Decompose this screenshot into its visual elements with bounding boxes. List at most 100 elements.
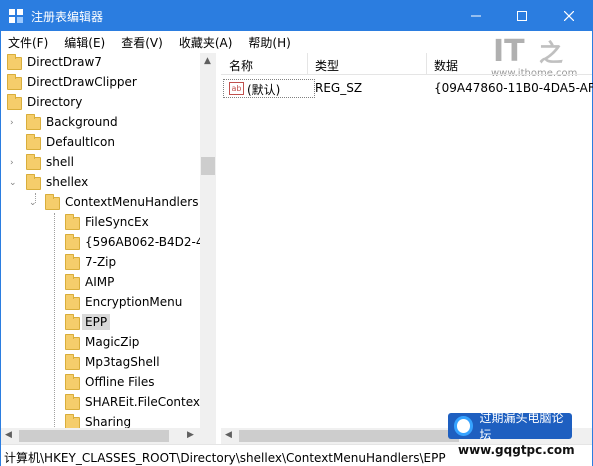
tree-item-mp3tagshell[interactable]: Mp3tagShell [1, 353, 201, 373]
forum-logo-icon [454, 416, 474, 436]
scroll-right-icon[interactable]: ▶ [187, 430, 194, 440]
tree-item-label: Mp3tagShell [85, 355, 160, 369]
folder-icon [65, 214, 80, 230]
folder-icon [65, 334, 80, 350]
menu-edit[interactable]: 编辑(E) [63, 32, 106, 53]
tree-item-label: shellex [46, 175, 89, 189]
folder-icon [7, 54, 22, 70]
window-title: 注册表编辑器 [31, 10, 104, 24]
tree-item-label: MagicZip [85, 335, 140, 349]
folder-icon [65, 394, 80, 410]
values-list[interactable]: 名称 类型 数据 ab (默认) REG_SZ {09A47860-11B0-4… [221, 53, 593, 428]
close-button[interactable] [546, 1, 592, 31]
scroll-left-icon[interactable]: ◀ [5, 430, 12, 440]
scrollbar-thumb[interactable] [239, 430, 459, 442]
chevron-down-icon[interactable]: ⌄ [29, 199, 38, 208]
forum-watermark-url: www.gqgtpc.com [458, 443, 575, 457]
tree-item-defaulticon[interactable]: DefaultIcon [1, 133, 201, 153]
folder-icon [65, 274, 80, 290]
tree-item-label: ContextMenuHandlers [65, 195, 199, 209]
chevron-right-icon[interactable]: › [10, 119, 19, 128]
folder-icon [65, 234, 80, 250]
list-header: 名称 类型 数据 [221, 53, 592, 75]
menu-file[interactable]: 文件(F) [7, 32, 49, 53]
tree-item-background[interactable]: › Background [1, 113, 201, 133]
tree-item-contextmenuhandlers[interactable]: ⌄ ContextMenuHandlers [1, 193, 201, 213]
tree-item-label: EPP [82, 314, 111, 330]
scrollbar-thumb[interactable] [201, 157, 215, 175]
tree-item-directdrawclipper[interactable]: DirectDrawClipper [1, 73, 201, 93]
menu-help[interactable]: 帮助(H) [247, 32, 291, 53]
folder-icon [65, 254, 80, 270]
tree-item-label: {596AB062-B4D2-42 [85, 235, 212, 249]
column-divider[interactable] [307, 53, 308, 75]
maximize-button[interactable] [499, 1, 545, 31]
scrollbar-thumb[interactable] [19, 430, 169, 442]
tree-item-directory[interactable]: Directory [1, 93, 201, 113]
tree-item-aimp[interactable]: AIMP [1, 273, 201, 293]
regedit-app-icon [9, 9, 23, 23]
folder-icon [7, 94, 22, 110]
chevron-right-icon[interactable]: › [10, 159, 19, 168]
tree-item-encryptionmenu[interactable]: EncryptionMenu [1, 293, 201, 313]
tree-item-label: 7-Zip [85, 255, 117, 269]
folder-icon [26, 134, 41, 150]
column-header-type[interactable]: 类型 [315, 57, 339, 74]
tree-item-filesyncex[interactable]: FileSyncEx [1, 213, 201, 233]
value-type: REG_SZ [315, 81, 363, 95]
tree-item-7zip[interactable]: 7-Zip [1, 253, 201, 273]
status-path: 计算机\HKEY_CLASSES_ROOT\Directory\shellex\… [4, 451, 446, 465]
forum-watermark-badge: 过期漏头电脑论坛 [448, 411, 572, 442]
folder-icon [26, 114, 41, 130]
tree-item-label: DirectDraw7 [27, 55, 102, 69]
tree-item-offline-files[interactable]: Offline Files [1, 373, 201, 393]
tree-item-shareit[interactable]: SHAREit.FileContextM [1, 393, 215, 413]
tree-item-label: DefaultIcon [46, 135, 115, 149]
value-name: (默认) [247, 83, 281, 97]
folder-icon [65, 294, 80, 310]
tree-item-label: EncryptionMenu [85, 295, 183, 309]
close-icon [564, 11, 574, 21]
folder-icon [45, 194, 60, 210]
list-row[interactable]: ab (默认) REG_SZ {09A47860-11B0-4DA5-AFA [221, 79, 593, 99]
scroll-up-icon[interactable]: ▲ [204, 56, 211, 66]
regedit-window: 注册表编辑器 文件(F) 编辑(E) 查看(V) 收藏夹(A) 帮助(H) IT… [0, 0, 593, 466]
minimize-button[interactable] [453, 1, 499, 31]
tree-vertical-scrollbar[interactable]: ▲ [200, 53, 216, 428]
title-bar[interactable]: 注册表编辑器 [1, 1, 592, 31]
chevron-down-icon[interactable]: ⌄ [9, 179, 18, 188]
tree-item-epp[interactable]: EPP [1, 313, 201, 333]
tree-item-label: shell [46, 155, 74, 169]
folder-icon [26, 174, 41, 190]
tree-item-shell[interactable]: › shell [1, 153, 201, 173]
folder-icon [65, 314, 80, 330]
scroll-left-icon[interactable]: ◀ [225, 430, 232, 440]
value-data: {09A47860-11B0-4DA5-AFA [434, 81, 593, 95]
folder-icon [7, 74, 22, 90]
column-header-data[interactable]: 数据 [434, 57, 458, 74]
minimize-icon [471, 15, 481, 17]
column-divider[interactable] [426, 53, 427, 75]
tree-item-label: SHAREit.FileContextM [85, 395, 216, 409]
registry-tree[interactable]: DirectDraw7 DirectDrawClipper Directory … [1, 53, 216, 444]
tree-item-label: Background [46, 115, 118, 129]
tree-item-shellex[interactable]: ⌄ shellex [1, 173, 201, 193]
forum-watermark-text: 过期漏头电脑论坛 [479, 411, 564, 442]
tree-item-guid[interactable]: {596AB062-B4D2-42 [1, 233, 211, 253]
folder-icon [26, 154, 41, 170]
tree-item-label: DirectDrawClipper [27, 75, 137, 89]
maximize-icon [517, 11, 527, 21]
column-header-name[interactable]: 名称 [229, 57, 253, 74]
tree-item-label: Offline Files [85, 375, 155, 389]
tree-horizontal-scrollbar[interactable]: ◀ ▶ [1, 428, 216, 444]
menu-view[interactable]: 查看(V) [120, 32, 164, 53]
folder-icon [65, 374, 80, 390]
tree-item-label: Directory [27, 95, 83, 109]
tree-item-magiczip[interactable]: MagicZip [1, 333, 201, 353]
menu-favorites[interactable]: 收藏夹(A) [178, 32, 234, 53]
string-value-icon: ab [229, 82, 244, 95]
tree-item-directdraw7[interactable]: DirectDraw7 [1, 53, 201, 73]
folder-icon [65, 354, 80, 370]
tree-item-label: AIMP [85, 275, 115, 289]
tree-item-label: FileSyncEx [85, 215, 149, 229]
